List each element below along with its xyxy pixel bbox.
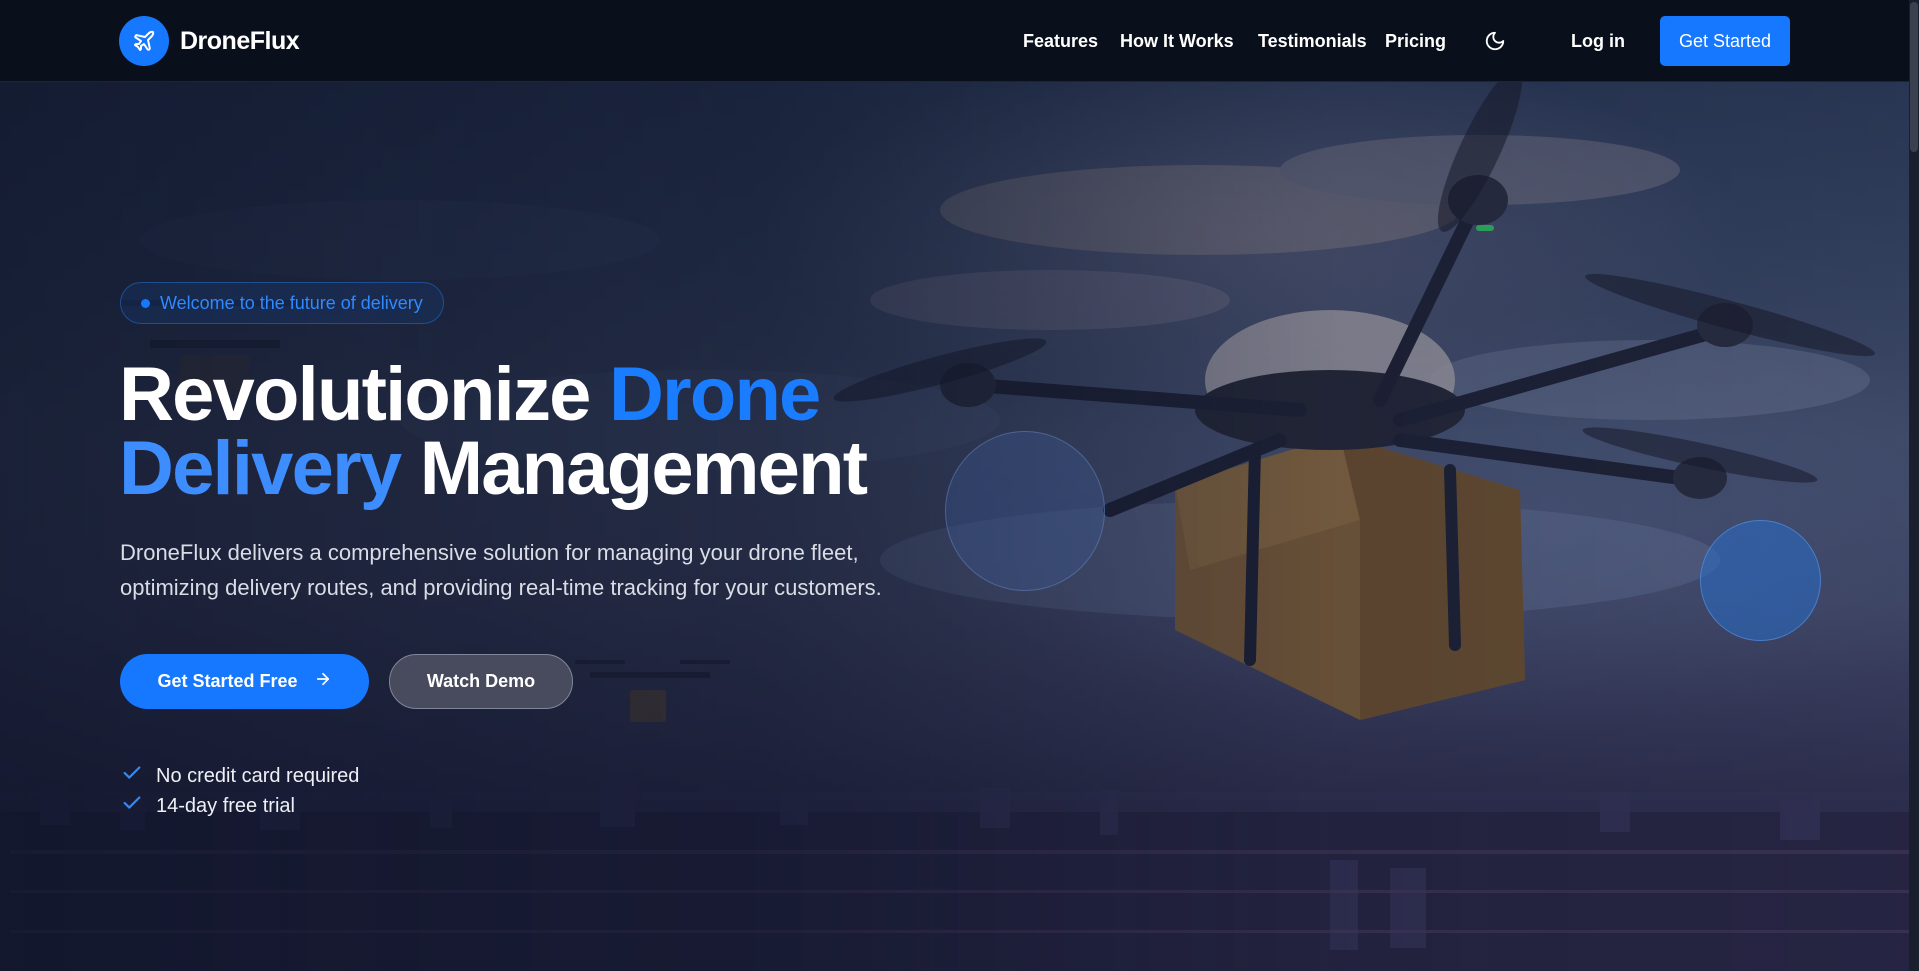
subtitle-line-2: optimizing delivery routes, and providin… [120,575,882,600]
scrollbar-thumb[interactable] [1910,2,1918,152]
welcome-badge: Welcome to the future of delivery [120,282,444,324]
moon-icon[interactable] [1484,30,1506,52]
check-icon [121,762,143,790]
perk-item: No credit card required [121,762,359,790]
scrollbar[interactable] [1909,0,1919,971]
site-header: DroneFlux Features How It Works Testimon… [0,0,1909,82]
decorative-circle [945,431,1105,591]
login-link[interactable]: Log in [1571,31,1625,52]
headline-part-4: Management [400,426,868,511]
check-icon [121,792,143,820]
watch-demo-button[interactable]: Watch Demo [389,654,573,709]
hero-headline: Revolutionize Drone Delivery Management [119,357,1019,507]
dot-icon [141,298,150,308]
perk-text: 14-day free trial [156,794,295,817]
perk-text: No credit card required [156,764,360,787]
hero-subtitle: DroneFlux delivers a comprehensive solut… [120,535,970,605]
headline-part-3: Delivery [119,426,402,511]
get-started-free-label: Get Started Free [157,671,298,691]
brand-name: DroneFlux [180,26,300,55]
nav-how-it-works[interactable]: How It Works [1120,31,1234,52]
airplane-icon [119,16,169,66]
headline-part-1: Revolutionize [119,352,609,437]
get-started-button[interactable]: Get Started [1660,16,1790,66]
badge-text: Welcome to the future of delivery [160,292,423,313]
headline-part-2: Drone [608,352,821,437]
brand-logo[interactable]: DroneFlux [119,16,300,66]
nav-features[interactable]: Features [1023,31,1098,52]
nav-pricing[interactable]: Pricing [1385,31,1446,52]
get-started-free-button[interactable]: Get Started Free [120,654,369,709]
arrow-right-icon [314,670,332,693]
nav-testimonials[interactable]: Testimonials [1258,31,1367,52]
decorative-circle [1700,520,1821,641]
perk-item: 14-day free trial [121,792,295,820]
subtitle-line-1: DroneFlux delivers a comprehensive solut… [120,540,859,565]
